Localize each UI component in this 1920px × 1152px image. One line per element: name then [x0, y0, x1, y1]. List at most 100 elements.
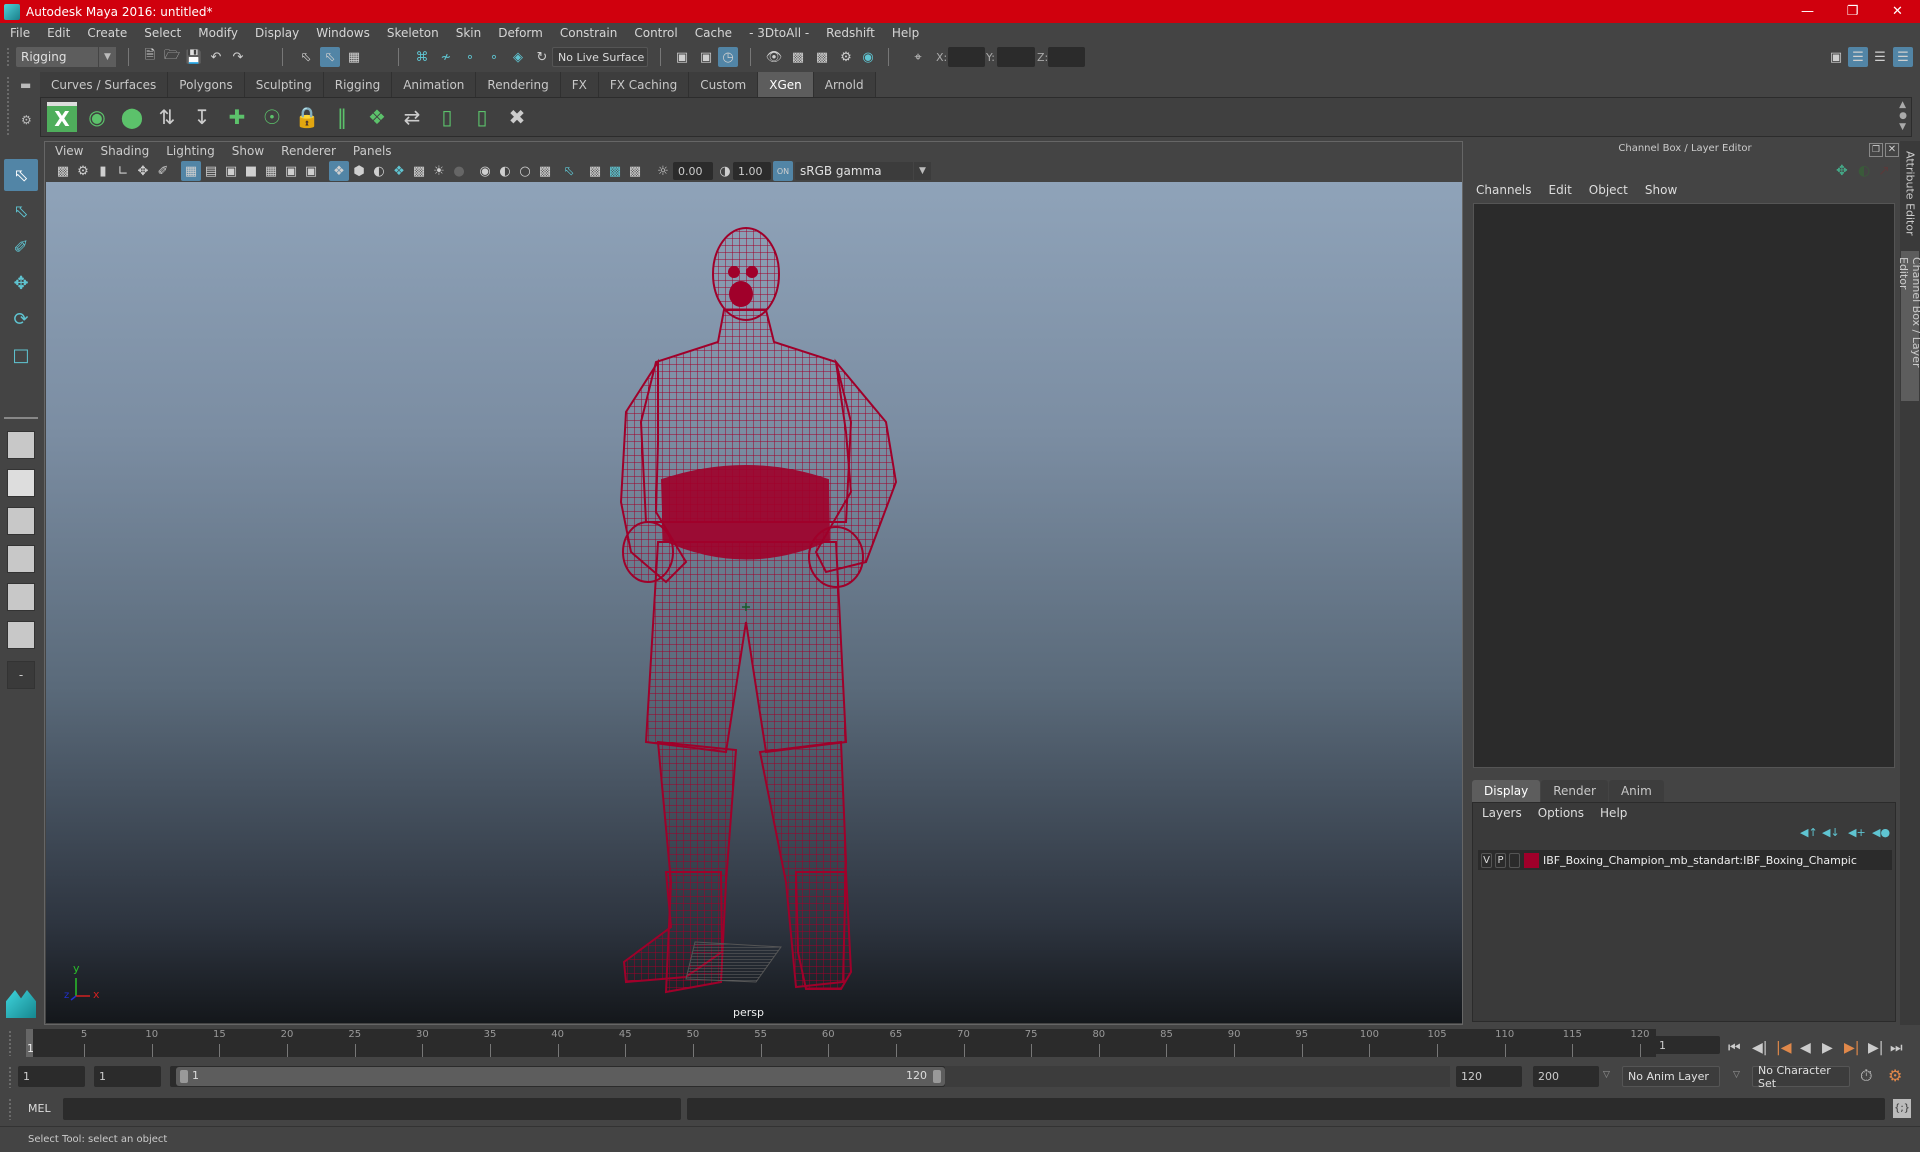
- film-gate-icon[interactable]: ▤: [201, 161, 221, 181]
- shelf-tab-custom[interactable]: Custom: [689, 72, 759, 97]
- color-management-toggle-icon[interactable]: ON: [773, 161, 793, 181]
- paint-select-tool-icon[interactable]: ✐: [4, 231, 38, 263]
- speed-icon[interactable]: ◐: [1858, 163, 1870, 179]
- textured-icon[interactable]: ▩: [409, 161, 429, 181]
- close-button[interactable]: ✕: [1875, 0, 1920, 23]
- cb-menu-object[interactable]: Object: [1589, 183, 1628, 197]
- 2d-pan-zoom-icon[interactable]: ✥: [133, 161, 153, 181]
- cb-menu-show[interactable]: Show: [1645, 183, 1677, 197]
- step-back-key-icon[interactable]: |◀: [1776, 1040, 1791, 1056]
- tool-settings-icon[interactable]: ☰: [1870, 47, 1890, 67]
- animation-start-field[interactable]: 1: [18, 1066, 85, 1087]
- default-material-icon[interactable]: ◐: [369, 161, 389, 181]
- move-layer-up-icon[interactable]: ◀↑: [1800, 826, 1818, 839]
- current-frame-field[interactable]: 1: [1654, 1036, 1720, 1054]
- shelf-tab-sculpting[interactable]: Sculpting: [244, 72, 324, 97]
- move-layer-down-icon[interactable]: ◀↓: [1822, 826, 1840, 839]
- vp-menu-lighting[interactable]: Lighting: [166, 144, 215, 158]
- lights-icon[interactable]: ☀: [429, 161, 449, 181]
- step-forward-frame-icon[interactable]: ▶|: [1868, 1040, 1883, 1056]
- modeling-toolkit-icon[interactable]: ▣: [1826, 47, 1846, 67]
- custom-layout-button[interactable]: -: [7, 661, 35, 689]
- menu-edit[interactable]: Edit: [47, 26, 70, 40]
- guide-length-icon[interactable]: ‖: [327, 102, 357, 132]
- shelf-tab-curves-surfaces[interactable]: Curves / Surfaces: [40, 72, 169, 97]
- anim-layer-dropdown-arrow[interactable]: ▽: [1603, 1070, 1610, 1080]
- safe-title-icon[interactable]: ▣: [301, 161, 321, 181]
- shelf-menu-icon[interactable]: ▬: [20, 78, 31, 92]
- lock-guide-icon[interactable]: 🔒: [292, 102, 322, 132]
- render-view-icon[interactable]: 👁: [764, 47, 784, 67]
- menu-skin[interactable]: Skin: [456, 26, 482, 40]
- rebuild-guides-icon[interactable]: ❖: [362, 102, 392, 132]
- layer-tab-anim[interactable]: Anim: [1608, 780, 1664, 802]
- manipulator-icon[interactable]: ✥: [1836, 163, 1848, 179]
- gate-mask-icon[interactable]: ■: [241, 161, 261, 181]
- ambient-occlusion-icon[interactable]: ○: [515, 161, 535, 181]
- wireframe-icon[interactable]: ❖: [329, 161, 349, 181]
- shelf-tab-arnold[interactable]: Arnold: [813, 72, 876, 97]
- single-pane-layout-icon[interactable]: [7, 431, 35, 459]
- menu-3dtoall[interactable]: - 3DtoAll -: [749, 26, 809, 40]
- shelf-tab-polygons[interactable]: Polygons: [168, 72, 245, 97]
- step-back-frame-icon[interactable]: ◀​|: [1752, 1040, 1767, 1056]
- layer-color-swatch[interactable]: [1524, 852, 1539, 868]
- resolution-gate-icon[interactable]: ▣: [221, 161, 241, 181]
- xray-icon[interactable]: ◉: [475, 161, 495, 181]
- output-ops-icon[interactable]: ▣: [696, 47, 716, 67]
- select-guide-icon[interactable]: ☉: [257, 102, 287, 132]
- flip-guides-icon[interactable]: ⇄: [397, 102, 427, 132]
- range-start-handle[interactable]: [180, 1070, 188, 1083]
- le-menu-help[interactable]: Help: [1600, 806, 1627, 820]
- menu-file[interactable]: File: [10, 26, 30, 40]
- vp-menu-shading[interactable]: Shading: [100, 144, 149, 158]
- le-menu-layers[interactable]: Layers: [1482, 806, 1522, 820]
- animation-preferences-icon[interactable]: ⚙: [1888, 1066, 1902, 1085]
- guides-bounding-icon[interactable]: ▯: [467, 102, 497, 132]
- add-guides-icon[interactable]: ⇅: [152, 102, 182, 132]
- playback-end-field[interactable]: 120: [1456, 1066, 1522, 1087]
- view-transform-dropdown[interactable]: sRGB gamma ▼: [795, 162, 931, 180]
- y-field[interactable]: [997, 47, 1035, 67]
- snap-view-plane-icon[interactable]: ∘: [484, 47, 504, 67]
- input-ops-icon[interactable]: ▣: [672, 47, 692, 67]
- layer-row[interactable]: V P IBF_Boxing_Champion_mb_standart:IBF_…: [1478, 850, 1892, 870]
- motion-blur-icon[interactable]: ▩: [535, 161, 555, 181]
- move-tool-icon[interactable]: ✥: [4, 267, 38, 299]
- menu-skeleton[interactable]: Skeleton: [387, 26, 439, 40]
- select-component-icon[interactable]: ▦: [344, 47, 364, 67]
- restore-button[interactable]: ❐: [1830, 0, 1875, 23]
- vp-menu-renderer[interactable]: Renderer: [281, 144, 336, 158]
- undo-icon[interactable]: ↶: [206, 47, 226, 67]
- xgen-clear-preview-icon[interactable]: ⬤: [117, 102, 147, 132]
- multisample-aa-icon[interactable]: ▩: [585, 161, 605, 181]
- isolate-select-icon[interactable]: ⬁: [559, 161, 579, 181]
- menu-redshift[interactable]: Redshift: [826, 26, 875, 40]
- ipr-render-icon[interactable]: ▩: [812, 47, 832, 67]
- render-settings-icon[interactable]: ⚙: [836, 47, 856, 67]
- sculpt-guides-icon[interactable]: ↧: [187, 102, 217, 132]
- command-input[interactable]: [63, 1098, 681, 1120]
- grid-toggle-icon[interactable]: ▦: [181, 161, 201, 181]
- gamma-icon[interactable]: ◑: [715, 161, 735, 181]
- shelf-tab-fx-caching[interactable]: FX Caching: [598, 72, 690, 97]
- drag-handle[interactable]: [6, 47, 10, 67]
- menuset-dropdown[interactable]: Rigging ▼: [16, 47, 116, 67]
- depth-of-field-icon[interactable]: ▩: [605, 161, 625, 181]
- select-object-icon[interactable]: ⬁: [320, 47, 340, 67]
- shelf-tab-rendering[interactable]: Rendering: [476, 72, 561, 97]
- layer-tab-render[interactable]: Render: [1541, 780, 1608, 802]
- play-forwards-icon[interactable]: ▶: [1822, 1040, 1833, 1056]
- cb-menu-edit[interactable]: Edit: [1549, 183, 1572, 197]
- shadows-icon[interactable]: ●: [449, 161, 469, 181]
- hud-icon[interactable]: ▩: [625, 161, 645, 181]
- exposure-field[interactable]: 0.00: [673, 162, 713, 180]
- add-guide-icon[interactable]: ✚: [222, 102, 252, 132]
- persp-graph-layout-icon[interactable]: [7, 545, 35, 573]
- go-to-start-icon[interactable]: ⏮: [1728, 1040, 1741, 1056]
- menu-help[interactable]: Help: [892, 26, 919, 40]
- auto-key-icon[interactable]: ⏱: [1860, 1066, 1872, 1086]
- menu-cache[interactable]: Cache: [695, 26, 732, 40]
- gamma-field[interactable]: 1.00: [733, 162, 771, 180]
- xgen-window-icon[interactable]: X: [47, 102, 77, 132]
